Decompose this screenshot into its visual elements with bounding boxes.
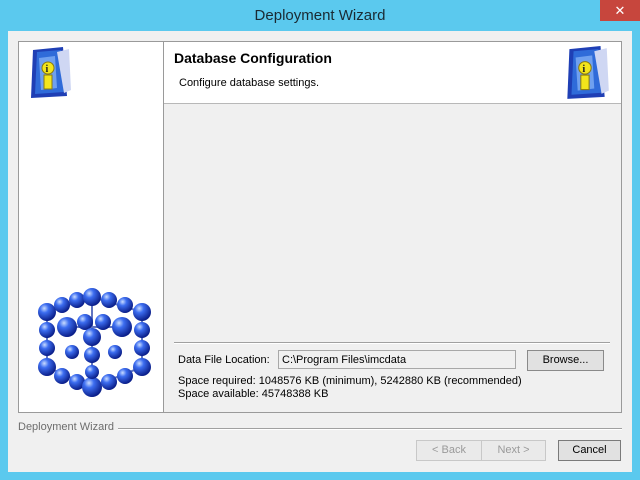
browse-button[interactable]: Browse... — [527, 350, 604, 371]
wizard-window: Deployment Wizard ✕ i Database Configura… — [0, 0, 640, 480]
content-divider — [174, 342, 610, 344]
svg-text:i: i — [46, 64, 49, 75]
side-panel: i — [18, 41, 163, 413]
window-title: Deployment Wizard — [254, 7, 386, 24]
wizard-client-area: i Database Configuration Configure datab… — [8, 31, 632, 472]
data-file-location-label: Data File Location: — [178, 354, 270, 366]
space-required-text: Space required: 1048576 KB (minimum), 52… — [178, 375, 522, 387]
cancel-button[interactable]: Cancel — [558, 440, 621, 461]
footer-label: Deployment Wizard — [18, 421, 114, 433]
svg-text:i: i — [582, 64, 585, 75]
page-subtitle: Configure database settings. — [179, 77, 320, 89]
info-icon: i — [31, 47, 71, 98]
info-icon: i — [567, 46, 609, 99]
close-icon: ✕ — [614, 3, 626, 18]
data-file-location-input[interactable] — [278, 350, 516, 369]
page-header: Database Configuration Configure databas… — [164, 42, 621, 104]
footer-divider — [118, 428, 622, 430]
molecule-graphic — [38, 288, 151, 397]
title-bar[interactable]: Deployment Wizard ✕ — [0, 0, 640, 31]
next-button[interactable]: Next > — [481, 440, 546, 461]
main-panel: Database Configuration Configure databas… — [163, 41, 622, 413]
space-available-text: Space available: 45748388 KB — [178, 388, 329, 400]
back-button[interactable]: < Back — [416, 440, 482, 461]
close-button[interactable]: ✕ — [600, 0, 640, 21]
page-title: Database Configuration — [174, 50, 332, 66]
